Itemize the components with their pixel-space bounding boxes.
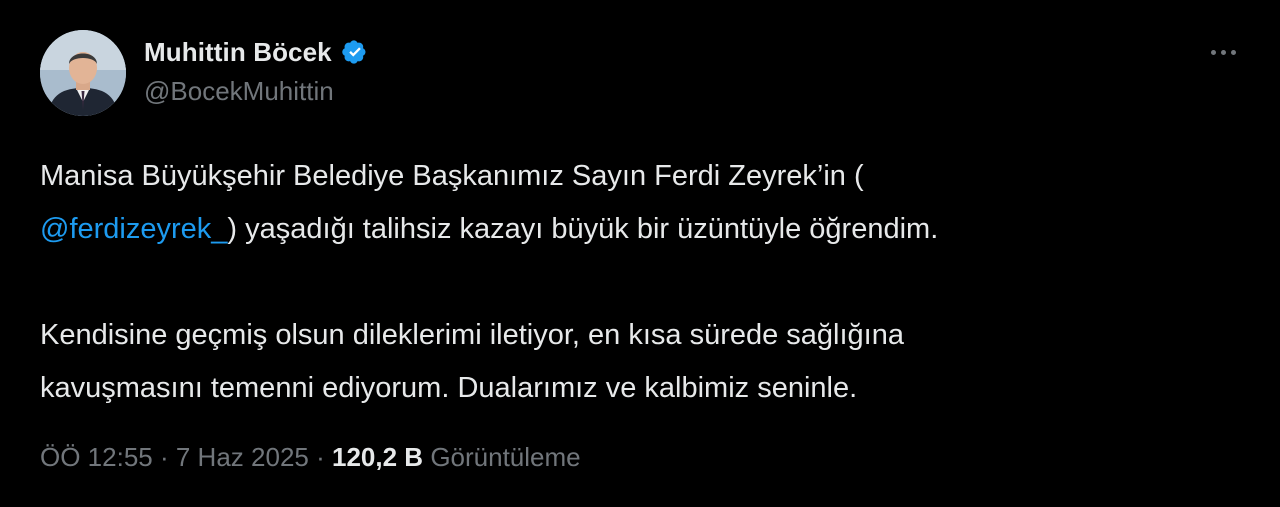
author-handle[interactable]: @BocekMuhittin bbox=[144, 76, 370, 107]
verified-badge-icon[interactable] bbox=[340, 37, 370, 67]
mention-link[interactable]: @ferdizeyrek_ bbox=[40, 213, 227, 245]
views-label: Görüntüleme bbox=[430, 442, 581, 472]
meta-separator: · bbox=[159, 442, 169, 472]
author-block: Muhittin Böcek @BocekMuhittin bbox=[144, 34, 370, 107]
more-horizontal-icon bbox=[1208, 49, 1238, 55]
tweet-meta: ÖÖ 12:55 · 7 Haz 2025 · 120,2 B Görüntül… bbox=[40, 442, 581, 473]
tweet: Muhittin Böcek @BocekMuhittin Manisa Büy… bbox=[0, 0, 1280, 507]
author-display-name[interactable]: Muhittin Böcek bbox=[144, 37, 332, 68]
avatar-image bbox=[40, 30, 126, 116]
tweet-line: kavuşmasını temenni ediyorum. Dualarımız… bbox=[40, 372, 858, 404]
tweet-line: Manisa Büyükşehir Belediye Başkanımız Sa… bbox=[40, 160, 864, 192]
avatar[interactable] bbox=[40, 30, 126, 116]
tweet-line-text: ) yaşadığı talihsiz kazayı büyük bir üzü… bbox=[227, 213, 939, 245]
more-options-button[interactable] bbox=[1206, 38, 1240, 66]
tweet-line: @ferdizeyrek_) yaşadığı talihsiz kazayı … bbox=[40, 203, 1240, 256]
tweet-date[interactable]: 7 Haz 2025 bbox=[176, 442, 309, 472]
tweet-text: Manisa Büyükşehir Belediye Başkanımız Sa… bbox=[40, 150, 1240, 415]
tweet-time[interactable]: ÖÖ 12:55 bbox=[40, 442, 153, 472]
tweet-line: Kendisine geçmiş olsun dileklerimi ileti… bbox=[40, 319, 904, 351]
meta-separator: · bbox=[316, 442, 325, 472]
author-name-row: Muhittin Böcek bbox=[144, 34, 370, 70]
views-count[interactable]: 120,2 B bbox=[332, 442, 423, 472]
